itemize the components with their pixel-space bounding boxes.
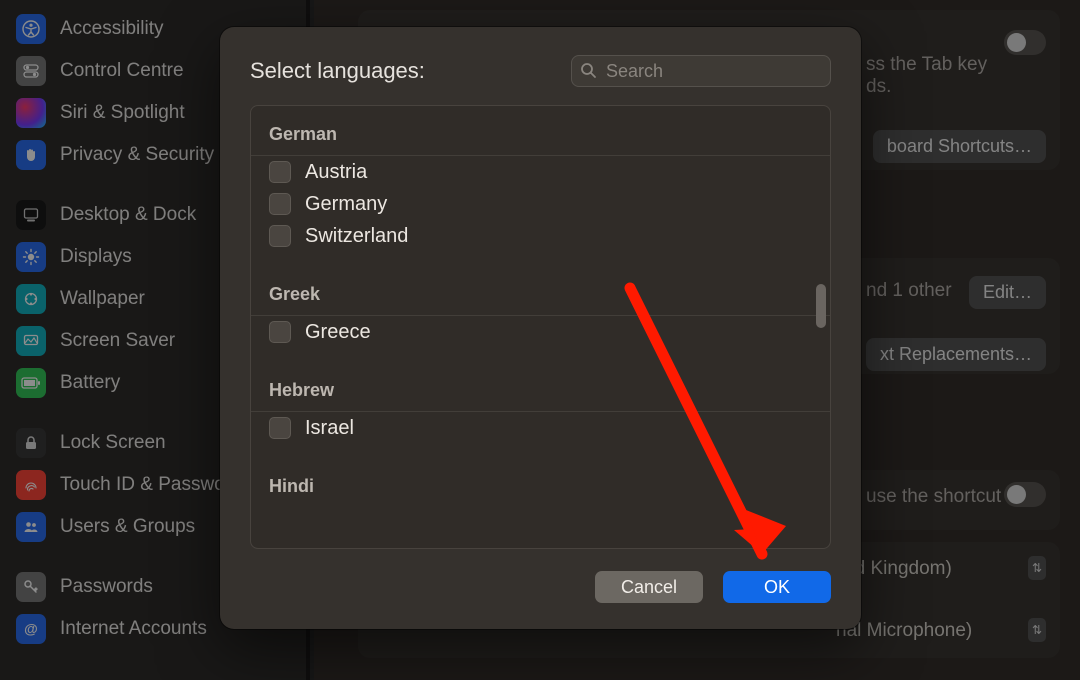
group-header-greek: Greek — [251, 266, 830, 316]
checkbox[interactable] — [269, 161, 291, 183]
select-languages-dialog: Select languages: German Austria Germany… — [220, 27, 861, 629]
checkbox[interactable] — [269, 193, 291, 215]
scrollbar-thumb[interactable] — [816, 284, 826, 328]
group-header-hindi: Hindi — [251, 458, 830, 507]
group-header-german: German — [251, 106, 830, 156]
language-option-israel[interactable]: Israel — [251, 412, 830, 444]
search-icon — [580, 62, 597, 84]
language-label: Germany — [305, 193, 387, 216]
ok-button[interactable]: OK — [723, 571, 831, 603]
checkbox[interactable] — [269, 225, 291, 247]
group-header-hebrew: Hebrew — [251, 362, 830, 412]
modal-title: Select languages: — [250, 58, 571, 84]
language-option-germany[interactable]: Germany — [251, 188, 830, 220]
checkbox[interactable] — [269, 417, 291, 439]
language-label: Greece — [305, 321, 371, 344]
language-option-switzerland[interactable]: Switzerland — [251, 220, 830, 252]
language-list[interactable]: German Austria Germany Switzerland Greek… — [250, 105, 831, 549]
language-option-austria[interactable]: Austria — [251, 156, 830, 188]
language-label: Austria — [305, 161, 367, 184]
search-input[interactable] — [571, 55, 831, 87]
cancel-button[interactable]: Cancel — [595, 571, 703, 603]
checkbox[interactable] — [269, 321, 291, 343]
language-option-greece[interactable]: Greece — [251, 316, 830, 348]
language-label: Israel — [305, 417, 354, 440]
language-label: Switzerland — [305, 225, 408, 248]
